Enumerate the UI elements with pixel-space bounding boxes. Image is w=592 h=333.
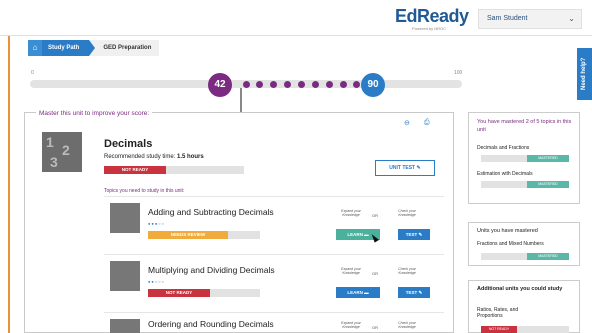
units-mastered-title: Units you have mastered (477, 228, 538, 234)
chevron-down-icon: ⌄ (568, 14, 575, 23)
topic-row: Adding and Subtracting Decimals ●●●○○ NE… (104, 196, 444, 248)
study-time-label: Recommended study time: (104, 154, 176, 160)
mastered-summary: You have mastered 2 of 5 topics in this … (477, 119, 572, 133)
mastered-topic-name: Estimation with Decimals (477, 171, 533, 177)
top-bar: EdReady Powered by NROC Sam Student ⌄ (0, 0, 592, 36)
pencil-icon: ✎ (418, 290, 423, 295)
pencil-icon: ✎ (418, 232, 423, 237)
mastered-topic-badge: MASTERED (527, 155, 569, 162)
topic-rating-dots: ●●○○○ (148, 279, 166, 284)
or-label: OR (372, 325, 378, 330)
study-time: Recommended study time: 1.5 hours (104, 154, 204, 160)
check-label: Check your Knowledge (398, 267, 416, 275)
progress-dot (284, 81, 291, 88)
video-icon: ▬ (364, 232, 369, 237)
unit-status-badge: NOT READY (104, 166, 166, 174)
target-score-marker: 90 (361, 73, 385, 97)
home-icon[interactable]: ⌂ (28, 40, 42, 56)
progress-dot (326, 81, 333, 88)
additional-unit-name[interactable]: Ratios, Rates, and Proportions (477, 307, 541, 319)
left-accent-rule (8, 0, 10, 333)
need-help-tab[interactable]: Need help? (577, 48, 592, 100)
topic-title: Ordering and Rounding Decimals (148, 319, 274, 329)
progress-dot (270, 81, 277, 88)
mastered-unit-badge: MASTERED (527, 253, 569, 260)
test-label: TEST (405, 232, 418, 237)
unit-title: Decimals (104, 138, 153, 150)
progress-dot (312, 81, 319, 88)
topic-title: Adding and Subtracting Decimals (148, 207, 274, 217)
additional-units-title: Additional units you could study (477, 286, 563, 292)
test-button[interactable]: TEST ✎ (398, 229, 430, 240)
topic-thumbnail (110, 319, 140, 333)
logo-subtitle: Powered by NROC (412, 26, 447, 31)
edready-window: EdReady Powered by NROC Sam Student ⌄ ⌂ … (0, 0, 592, 333)
progress-dot (243, 81, 250, 88)
breadcrumb-study-path[interactable]: Study Path (42, 40, 96, 56)
unit-thumbnail: 123 (42, 132, 82, 172)
user-name: Sam Student (487, 15, 528, 22)
current-score-marker: 42 (208, 73, 232, 97)
score-min-label: 0 (31, 70, 34, 76)
score-max-label: 100 (454, 70, 463, 76)
progress-dot (340, 81, 347, 88)
study-time-value: 1.5 hours (177, 154, 204, 160)
topic-row: Multiplying and Dividing Decimals ●●○○○ … (104, 254, 444, 306)
learn-label: LEARN (347, 290, 363, 295)
explore-label: Expand your Knowledge (341, 209, 361, 217)
explore-label: Expand your Knowledge (341, 267, 361, 275)
topic-title: Multiplying and Dividing Decimals (148, 265, 275, 275)
topic-row: Ordering and Rounding Decimals Expand yo… (104, 312, 444, 333)
unit-test-button[interactable]: UNIT TEST ✎ (375, 160, 435, 176)
test-icon: ✎ (416, 165, 421, 171)
topic-thumbnail (110, 203, 140, 233)
link-icon[interactable]: ⊖ (404, 119, 410, 127)
check-label: Check your Knowledge (398, 209, 416, 217)
topic-status-badge: NOT READY (148, 289, 210, 297)
progress-dot (256, 81, 263, 88)
additional-unit-badge: NOT READY (481, 326, 517, 333)
print-icon[interactable]: ⎙ (424, 119, 430, 127)
or-label: OR (372, 213, 378, 218)
topic-status-badge: NEEDS REVIEW (148, 231, 228, 239)
units-mastered-card: Units you have mastered Fractions and Mi… (468, 222, 580, 266)
topic-rating-dots: ●●●○○ (148, 221, 166, 226)
edready-logo[interactable]: EdReady (395, 6, 469, 27)
mastered-topic-name: Decimals and Fractions (477, 145, 530, 151)
check-label: Check your Knowledge (398, 321, 416, 329)
progress-dot (353, 81, 360, 88)
learn-label: LEARN (347, 232, 363, 237)
unit-panel-title: Master this unit to improve your score: (36, 110, 153, 117)
topic-thumbnail (110, 261, 140, 291)
topics-heading: Topics you need to study in this unit: (104, 188, 185, 194)
video-icon: ▬ (364, 290, 369, 295)
mastered-topics-card: You have mastered 2 of 5 topics in this … (468, 112, 580, 204)
breadcrumb: ⌂ Study Path GED Preparation (28, 40, 160, 56)
test-label: TEST (405, 290, 418, 295)
test-button[interactable]: TEST ✎ (398, 287, 430, 298)
additional-units-card: Additional units you could study Ratios,… (468, 280, 580, 333)
user-menu[interactable]: Sam Student ⌄ (478, 9, 582, 29)
mastered-unit-name[interactable]: Fractions and Mixed Numbers (477, 241, 544, 247)
breadcrumb-current: GED Preparation (89, 40, 160, 56)
learn-button[interactable]: LEARN ▬ (336, 287, 380, 298)
unit-test-label: UNIT TEST (389, 165, 416, 171)
progress-dot (298, 81, 305, 88)
explore-label: Expand your Knowledge (341, 321, 361, 329)
or-label: OR (372, 271, 378, 276)
mastered-topic-badge: MASTERED (527, 181, 569, 188)
